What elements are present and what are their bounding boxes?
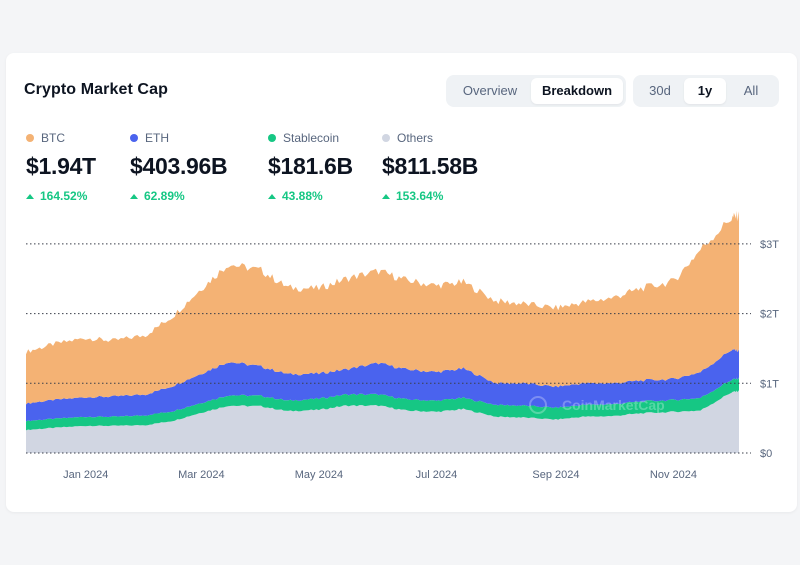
y-tick-label: $0 — [760, 448, 772, 460]
x-tick-label: Sep 2024 — [532, 469, 579, 481]
y-tick-label: $1T — [760, 378, 779, 390]
x-tick-label: Nov 2024 — [650, 469, 697, 481]
market-cap-chart: $0 $1T $2T $3T Jan 2024 Mar 2024 May 2024 Jul 2… — [26, 210, 779, 481]
y-tick-label: $3T — [760, 239, 779, 251]
market-cap-card: Crypto Market Cap Overview Breakdown 30d… — [6, 53, 797, 512]
x-tick-label: Jan 2024 — [63, 469, 108, 481]
x-tick-label: May 2024 — [295, 469, 343, 481]
x-tick-label: Jul 2024 — [416, 469, 458, 481]
x-tick-label: Mar 2024 — [178, 469, 224, 481]
y-tick-label: $2T — [760, 309, 779, 321]
watermark: CoinMarketCap — [562, 397, 665, 413]
